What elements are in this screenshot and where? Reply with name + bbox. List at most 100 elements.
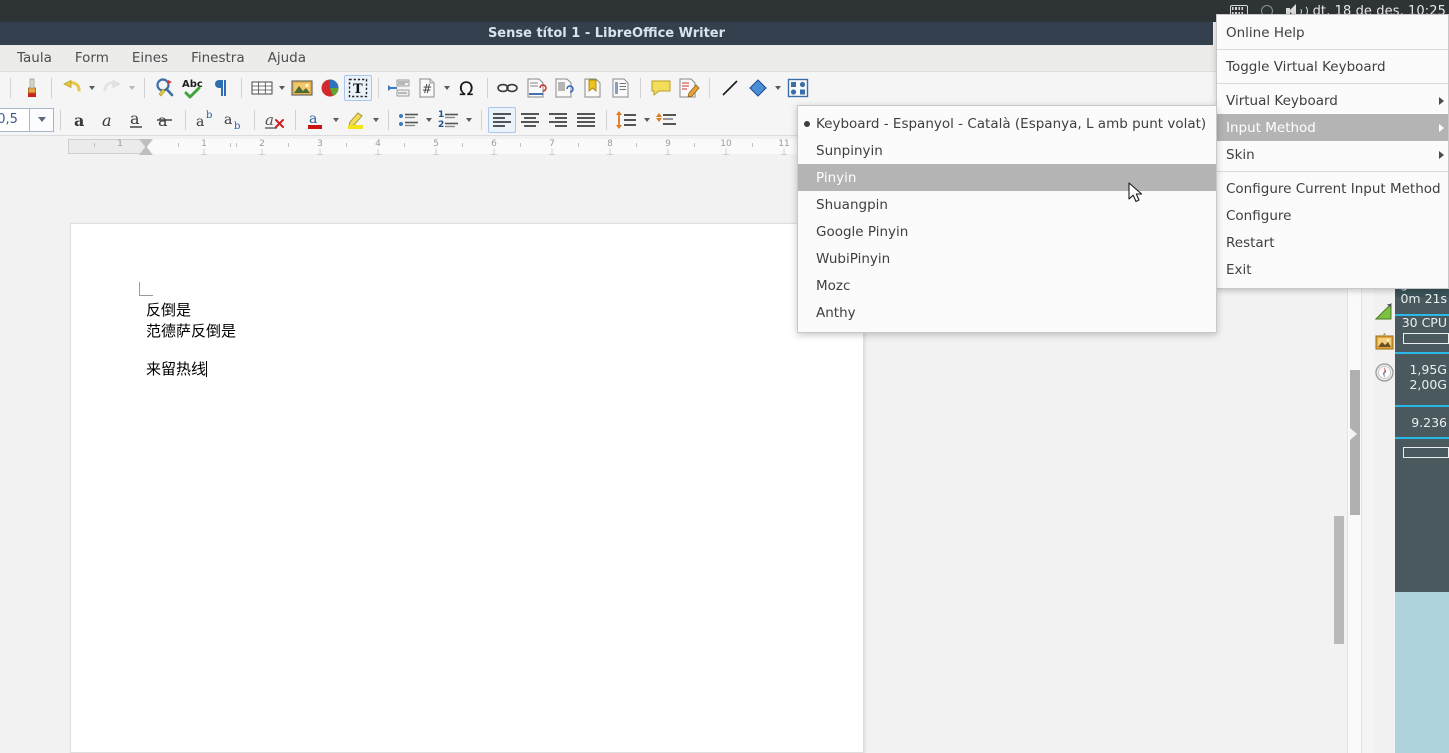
ruler-margin-left: [68, 139, 146, 154]
insert-hyperlink-icon[interactable]: [494, 75, 522, 101]
window-titlebar: Sense títol 1 - LibreOffice Writer: [0, 22, 1213, 45]
menu-item-exit[interactable]: Exit: [1217, 256, 1448, 283]
insert-table-dropdown-icon[interactable]: [276, 75, 288, 101]
document-line: 反倒是: [146, 300, 236, 321]
formatting-marks-icon[interactable]: [207, 75, 235, 101]
justify-icon[interactable]: [572, 107, 600, 133]
input-method-pinyin[interactable]: Pinyin: [798, 164, 1216, 191]
insert-cross-reference-icon[interactable]: [606, 75, 634, 101]
ordered-list-icon[interactable]: 1 2: [435, 107, 463, 133]
ordered-list-dropdown-icon[interactable]: [463, 107, 475, 133]
track-changes-icon[interactable]: [675, 75, 703, 101]
svg-text:a: a: [224, 112, 232, 128]
menu-item-virtual-keyboard[interactable]: Virtual Keyboard: [1217, 87, 1448, 114]
svg-text:b: b: [234, 121, 240, 131]
insert-chart-icon[interactable]: [316, 75, 344, 101]
cpu-usage-bar: [1403, 333, 1449, 344]
undo-dropdown-icon[interactable]: [86, 75, 98, 101]
insert-table-icon[interactable]: [248, 75, 276, 101]
show-draw-functions-icon[interactable]: [784, 75, 812, 101]
spelling-icon[interactable]: Abc: [179, 75, 207, 101]
toolbar-separator: [388, 110, 389, 130]
toolbar-separator: [640, 78, 641, 98]
unordered-list-icon[interactable]: [395, 107, 423, 133]
insert-comment-icon[interactable]: [647, 75, 675, 101]
strikethrough-icon[interactable]: a: [151, 107, 179, 133]
input-method-keyboard-espanyol-catala[interactable]: Keyboard - Espanyol - Català (Espanya, L…: [798, 110, 1216, 137]
navigator-compass-icon[interactable]: [1374, 362, 1395, 383]
subscript-icon[interactable]: ab: [220, 107, 248, 133]
menu-item-toggle-virtual-keyboard[interactable]: Toggle Virtual Keyboard: [1217, 53, 1448, 80]
paragraph-spacing-icon[interactable]: [653, 107, 681, 133]
line-spacing-icon[interactable]: [613, 107, 641, 133]
insert-footnote-icon[interactable]: [522, 75, 550, 101]
undo-icon[interactable]: [58, 75, 86, 101]
input-method-shuangpin[interactable]: Shuangpin: [798, 191, 1216, 218]
menu-item-configure-current-input-method[interactable]: Configure Current Input Method: [1217, 175, 1448, 202]
ruler-left-indent-marker[interactable]: [139, 146, 153, 155]
font-color-dropdown-icon[interactable]: [330, 107, 342, 133]
input-method-anthy[interactable]: Anthy: [798, 299, 1216, 326]
menu-taula[interactable]: Taula: [8, 47, 61, 69]
font-size-input[interactable]: 10,5: [0, 108, 30, 132]
system-monitor-line: 30 CPU: [1402, 315, 1447, 330]
menu-eines[interactable]: Eines: [123, 47, 177, 69]
font-color-icon[interactable]: a: [302, 107, 330, 133]
menu-item-label: Toggle Virtual Keyboard: [1226, 59, 1386, 75]
menu-item-configure[interactable]: Configure: [1217, 202, 1448, 229]
insert-line-icon[interactable]: [716, 75, 744, 101]
insert-field-icon[interactable]: #: [413, 75, 441, 101]
special-character-icon[interactable]: Ω: [453, 75, 481, 101]
menu-form[interactable]: Form: [66, 47, 118, 69]
italic-icon[interactable]: a: [95, 107, 123, 133]
basic-shapes-dropdown-icon[interactable]: [772, 75, 784, 101]
insert-field-dropdown-icon[interactable]: [441, 75, 453, 101]
menu-item-label: Online Help: [1226, 25, 1305, 41]
text-box-icon[interactable]: T: [344, 75, 372, 101]
menu-item-restart[interactable]: Restart: [1217, 229, 1448, 256]
sidebar-expand-arrow-icon[interactable]: [1350, 428, 1357, 440]
underline-icon[interactable]: a: [123, 107, 151, 133]
find-replace-icon[interactable]: [151, 75, 179, 101]
menu-finestra[interactable]: Finestra: [182, 47, 254, 69]
menu-item-online-help[interactable]: Online Help: [1217, 19, 1448, 46]
system-monitor-line: 2,00G: [1409, 377, 1447, 392]
input-method-submenu: Keyboard - Espanyol - Català (Espanya, L…: [797, 105, 1217, 333]
font-size-combo[interactable]: 10,5: [0, 108, 54, 132]
insert-bookmark-icon[interactable]: [578, 75, 606, 101]
system-monitor-line: 9.236: [1411, 415, 1447, 430]
basic-shapes-icon[interactable]: [744, 75, 772, 101]
svg-text:b: b: [206, 110, 212, 121]
document-page[interactable]: 反倒是 范德萨反倒是 来留热线: [70, 223, 864, 753]
bold-icon[interactable]: a: [67, 107, 95, 133]
font-size-dropdown-icon[interactable]: [30, 108, 54, 132]
menu-item-skin[interactable]: Skin: [1217, 141, 1448, 168]
unordered-list-dropdown-icon[interactable]: [423, 107, 435, 133]
clear-formatting-icon[interactable]: a: [261, 107, 289, 133]
chevron-right-icon: [1439, 151, 1444, 159]
clone-formatting-icon[interactable]: [17, 75, 45, 101]
document-text[interactable]: 反倒是 范德萨反倒是 来留热线: [146, 300, 236, 380]
sidebar-scrollbar-thumb[interactable]: [1350, 370, 1360, 515]
menu-item-input-method[interactable]: Input Method: [1217, 114, 1448, 141]
input-method-google-pinyin[interactable]: Google Pinyin: [798, 218, 1216, 245]
scrollbar-thumb[interactable]: [1334, 516, 1344, 644]
page-break-icon[interactable]: [385, 75, 413, 101]
line-spacing-dropdown-icon[interactable]: [641, 107, 653, 133]
align-left-icon[interactable]: [488, 107, 516, 133]
gallery-icon[interactable]: [1374, 302, 1395, 323]
insert-endnote-icon[interactable]: [550, 75, 578, 101]
insert-image-icon[interactable]: [288, 75, 316, 101]
highlight-color-icon[interactable]: [342, 107, 370, 133]
ruler-tick: 1: [117, 139, 123, 149]
align-right-icon[interactable]: [544, 107, 572, 133]
input-method-mozc[interactable]: Mozc: [798, 272, 1216, 299]
picture-frame-icon[interactable]: [1374, 332, 1395, 353]
menu-ajuda[interactable]: Ajuda: [259, 47, 315, 69]
input-method-sunpinyin[interactable]: Sunpinyin: [798, 137, 1216, 164]
input-method-wubipinyin[interactable]: WubiPinyin: [798, 245, 1216, 272]
toolbar-separator: [295, 110, 296, 130]
superscript-icon[interactable]: ab: [192, 107, 220, 133]
align-center-icon[interactable]: [516, 107, 544, 133]
highlight-color-dropdown-icon[interactable]: [370, 107, 382, 133]
